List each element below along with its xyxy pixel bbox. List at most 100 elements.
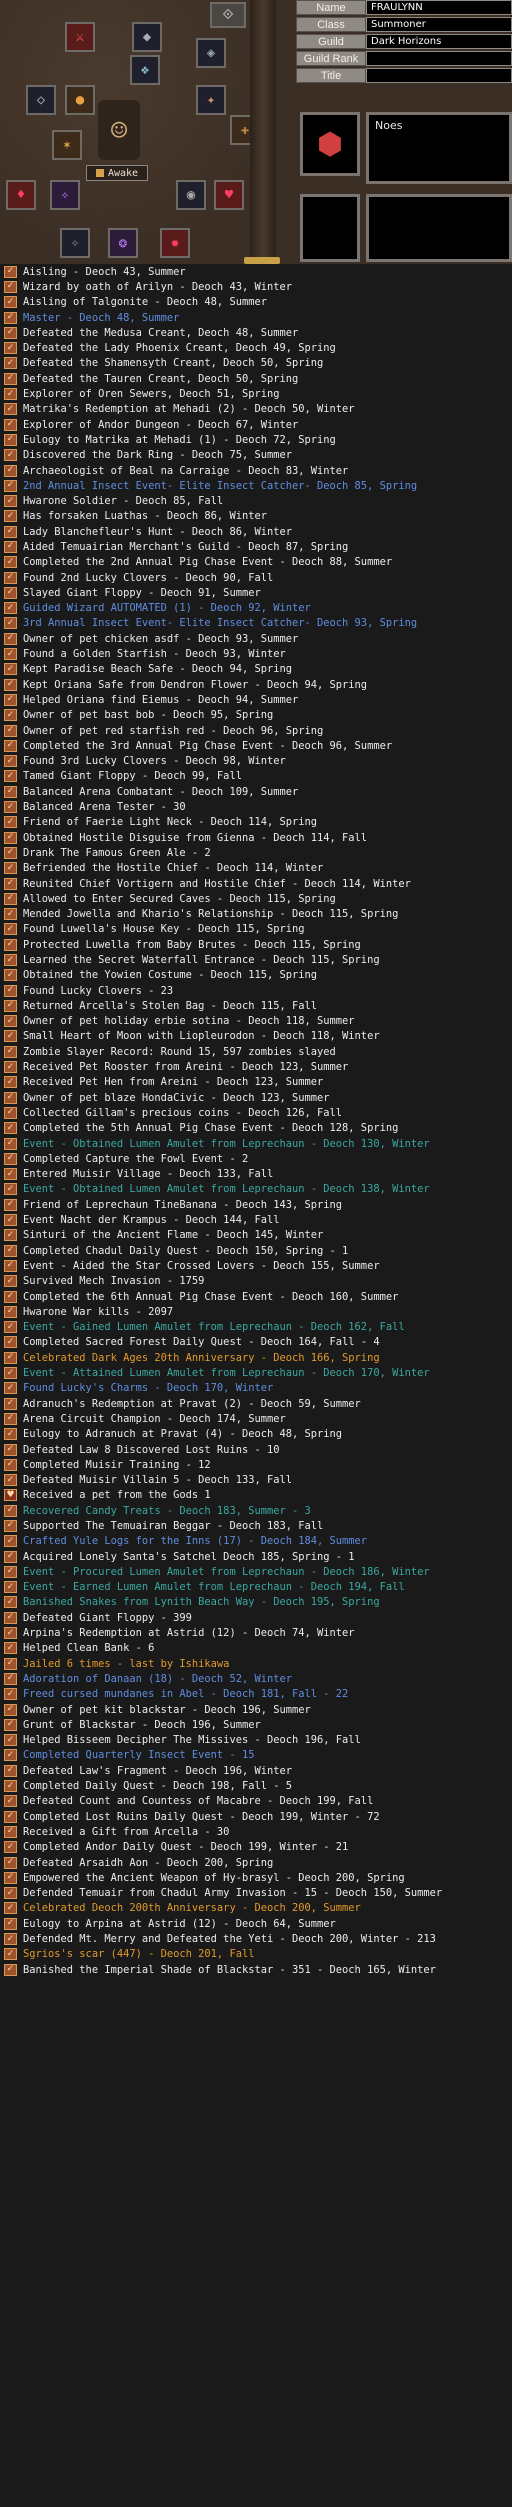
legend-mark-icon: ✓ — [4, 1933, 17, 1945]
legend-text: Archaeologist of Beal na Carraige - Deoc… — [23, 464, 349, 477]
legend-mark-icon: ✓ — [4, 1305, 17, 1318]
legend-text: Eulogy to Matrika at Mehadi (1) - Deoch … — [23, 433, 336, 446]
legend-mark-icon: ✓ — [4, 418, 17, 431]
legend-item: ✓ Owner of pet blaze HondaCivic - Deoch 1… — [0, 1090, 512, 1105]
legend-text: Completed Quarterly Insect Event - 15 — [23, 1749, 255, 1762]
status-label: Awake — [107, 167, 139, 179]
equip-slot-wand[interactable]: ♦ — [6, 180, 36, 210]
checkbox-icon[interactable] — [95, 169, 104, 177]
legend-mark-icon: ✓ — [4, 1259, 17, 1272]
legend-text: Completed the 3rd Annual Pig Chase Event… — [23, 739, 393, 752]
legend-mark-icon: ✓ — [4, 342, 17, 355]
legend-item: ✓ Arpina's Redemption at Astrid (12) - De… — [0, 1625, 512, 1640]
legend-text: 3rd Annual Insect Event- Elite Insect Ca… — [23, 617, 418, 630]
legend-text: Tamed Giant Floppy - Deoch 99, Fall — [23, 770, 242, 783]
legend-mark-icon: ✓ — [4, 479, 17, 492]
legend-mark-icon: ✓ — [4, 1275, 17, 1288]
legend-mark-icon: ✓ — [4, 372, 17, 385]
legend-text: Zombie Slayer Record: Round 15, 597 zomb… — [23, 1045, 336, 1058]
equip-slot-orb[interactable]: ✶ — [52, 130, 82, 160]
legend-mark-icon: ✓ — [4, 984, 17, 997]
legend-text: Kept Oriana Safe from Dendron Flower - D… — [23, 678, 368, 691]
equip-slot-sword[interactable]: ❂ — [108, 228, 138, 258]
legend-item: ✓ Found Lucky Clovers - 23 — [0, 983, 512, 998]
legend-text: Defeated the Lady Phoenix Creant, Deoch … — [23, 342, 336, 355]
equip-slot-gem[interactable]: ● — [65, 85, 95, 115]
status-toggle[interactable]: Awake — [86, 165, 148, 181]
legend-text: Event - Obtained Lumen Amulet from Lepre… — [23, 1183, 430, 1196]
legend-text: Adranuch's Redemption at Pravat (2) - De… — [23, 1397, 361, 1410]
equip-slot-ring[interactable]: ◇ — [26, 85, 56, 115]
legend-mark-icon: ✓ — [4, 1458, 17, 1471]
legend-item: ✓ Defeated the Lady Phoenix Creant, Deoch… — [0, 340, 512, 355]
legend-mark-icon: ✓ — [4, 1336, 17, 1349]
legend-item: ✓ Completed Sacred Forest Daily Quest - D… — [0, 1335, 512, 1350]
legend-text: Small Heart of Moon with Liopleurodon - … — [23, 1030, 380, 1043]
legend-text: Explorer of Andor Dungeon - Deoch 67, Wi… — [23, 418, 299, 431]
field-class: Class Summoner — [296, 17, 512, 32]
legend-mark-icon: ✓ — [4, 1917, 17, 1930]
legend-text: Completed the 5th Annual Pig Chase Event… — [23, 1122, 399, 1135]
legend-mark-icon: ✓ — [4, 1122, 17, 1135]
legend-mark-icon: ✓ — [4, 1474, 17, 1487]
equip-slot-armor[interactable]: ✹ — [160, 228, 190, 258]
legend-text: Wizard by oath of Arilyn - Deoch 43, Win… — [23, 280, 292, 293]
legend-item: ✓ Lady Blanchefleur's Hunt - Deoch 86, Wi… — [0, 524, 512, 539]
equip-slot-cloak[interactable]: ⚔ — [65, 22, 95, 52]
legend-item: ✓ Hwarone War kills - 2097 — [0, 1304, 512, 1319]
legend-item: ✓ Event - Aided the Star Crossed Lovers -… — [0, 1258, 512, 1273]
legend-item: ✓ Small Heart of Moon with Liopleurodon -… — [0, 1029, 512, 1044]
legend-item: ✓ Owner of pet bast bob - Deoch 95, Sprin… — [0, 708, 512, 723]
legend-text: Mended Jowella and Khario's Relationship… — [23, 908, 399, 921]
equip-slot-helmet[interactable]: ◆ — [132, 22, 162, 52]
profile-notes[interactable]: Noes — [366, 112, 512, 184]
legend-text: Master - Deoch 48, Summer — [23, 311, 180, 324]
legend-text: Discovered the Dark Ring - Deoch 75, Sum… — [23, 449, 292, 462]
legend-mark-icon: ✓ — [4, 265, 17, 278]
legend-text: Arena Circuit Champion - Deoch 174, Summ… — [23, 1412, 286, 1425]
legend-text: Helped Clean Bank - 6 — [23, 1642, 155, 1655]
legend-text: Defended Mt. Merry and Defeated the Yeti… — [23, 1933, 436, 1945]
corner-button[interactable]: ⟐ — [210, 2, 246, 28]
legend-mark-icon: ✓ — [4, 1642, 17, 1655]
legend-item: ✓ Aisling - Deoch 43, Summer — [0, 264, 512, 279]
equip-slot-boots[interactable]: ♥ — [214, 180, 244, 210]
legend-text: Balanced Arena Combatant - Deoch 109, Su… — [23, 785, 299, 798]
legend-text: Kept Paradise Beach Safe - Deoch 94, Spr… — [23, 663, 292, 676]
legend-item: ✓ Collected Gillam's precious coins - Deo… — [0, 1105, 512, 1120]
legend-mark-icon: ✓ — [4, 1596, 17, 1609]
legend-mark-icon: ✓ — [4, 617, 17, 630]
equip-slot-necklace[interactable]: ❖ — [130, 55, 160, 85]
legend-mark-icon: ✓ — [4, 1734, 17, 1747]
legend-mark-icon: ✓ — [4, 1183, 17, 1196]
legend-mark-icon: ✓ — [4, 846, 17, 859]
legend-list: ✓ Aisling - Deoch 43, Summer ✓ Wizard by oa… — [0, 264, 512, 1977]
equip-slot-charm[interactable]: ✧ — [50, 180, 80, 210]
legend-text: Event - Obtained Lumen Amulet from Lepre… — [23, 1137, 430, 1150]
legend-mark-icon: ✓ — [4, 709, 17, 722]
legend-mark-icon: ✓ — [4, 1841, 17, 1854]
field-value: Dark Horizons — [366, 34, 512, 49]
equip-slot-rune[interactable]: ◉ — [176, 180, 206, 210]
legend-text: Found Lucky's Charms - Deoch 170, Winter — [23, 1382, 274, 1395]
legend-mark-icon: ✓ — [4, 403, 17, 416]
legend-item: ✓ Kept Oriana Safe from Dendron Flower - … — [0, 677, 512, 692]
legend-mark-icon: ✓ — [4, 1856, 17, 1869]
legend-mark-icon: ✓ — [4, 1504, 17, 1517]
legend-mark-icon: ✓ — [4, 1611, 17, 1624]
legend-text: Owner of pet bast bob - Deoch 95, Spring — [23, 709, 274, 722]
legend-item: ✓ Completed Muisir Training - 12 — [0, 1457, 512, 1472]
legend-text: Recovered Candy Treats - Deoch 183, Summ… — [23, 1504, 311, 1517]
legend-mark-icon: ✓ — [4, 785, 17, 798]
equip-slot-shield[interactable]: ◈ — [196, 38, 226, 68]
legend-text: Banished the Imperial Shade of Blackstar… — [23, 1963, 436, 1976]
legend-text: Grunt of Blackstar - Deoch 196, Summer — [23, 1718, 261, 1731]
legend-text: Slayed Giant Floppy - Deoch 91, Summer — [23, 586, 261, 599]
legend-text: Defeated Count and Countess of Macabre -… — [23, 1795, 374, 1808]
equip-slot-weapon[interactable]: ✦ — [196, 85, 226, 115]
legend-item: ✓ Completed the 6th Annual Pig Chase Even… — [0, 1289, 512, 1304]
equip-slot-gloves[interactable]: ✧ — [60, 228, 90, 258]
legend-text: Completed Lost Ruins Daily Quest - Deoch… — [23, 1810, 380, 1823]
legend-item: ✓ Event - Earned Lumen Amulet from Leprec… — [0, 1580, 512, 1595]
legend-item: ✓ Has forsaken Luathas - Deoch 86, Winter — [0, 509, 512, 524]
